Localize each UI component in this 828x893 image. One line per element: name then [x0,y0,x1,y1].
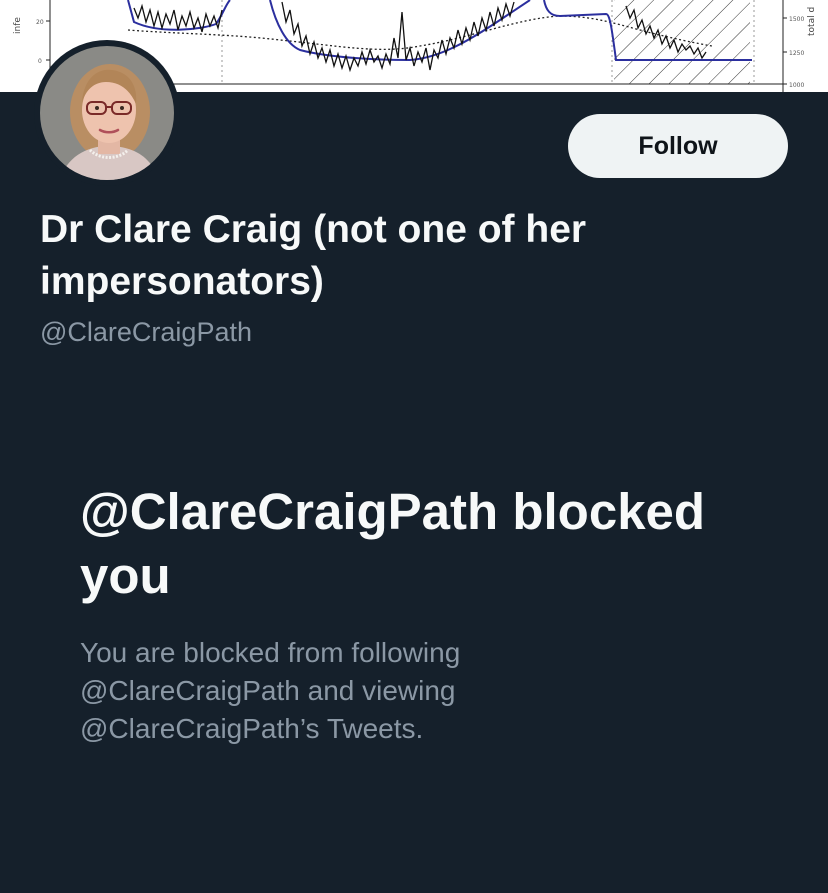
profile-page: infe 20 0 1500 1250 1000 total d Follow … [0,0,828,893]
banner-right-tick: 1000 [789,82,804,89]
banner-left-tick: 0 [38,58,42,65]
profile-handle: @ClareCraigPath [40,317,252,347]
banner-right-axis-label: total d [807,7,817,36]
banner-right-tick: 1250 [789,50,804,57]
banner-right-tick: 1500 [789,16,804,23]
blocked-notice-title: @ClareCraigPath blocked you [80,483,706,604]
blocked-notice-message: You are blocked from following @ClareCra… [80,637,461,744]
follow-button[interactable]: Follow [568,114,788,178]
avatar-photo [40,46,174,180]
banner-left-tick: 20 [36,19,44,26]
profile-avatar[interactable] [34,40,180,186]
profile-display-name: Dr Clare Craig (not one of her impersona… [40,208,587,303]
banner-left-axis-label: infe [13,17,23,34]
